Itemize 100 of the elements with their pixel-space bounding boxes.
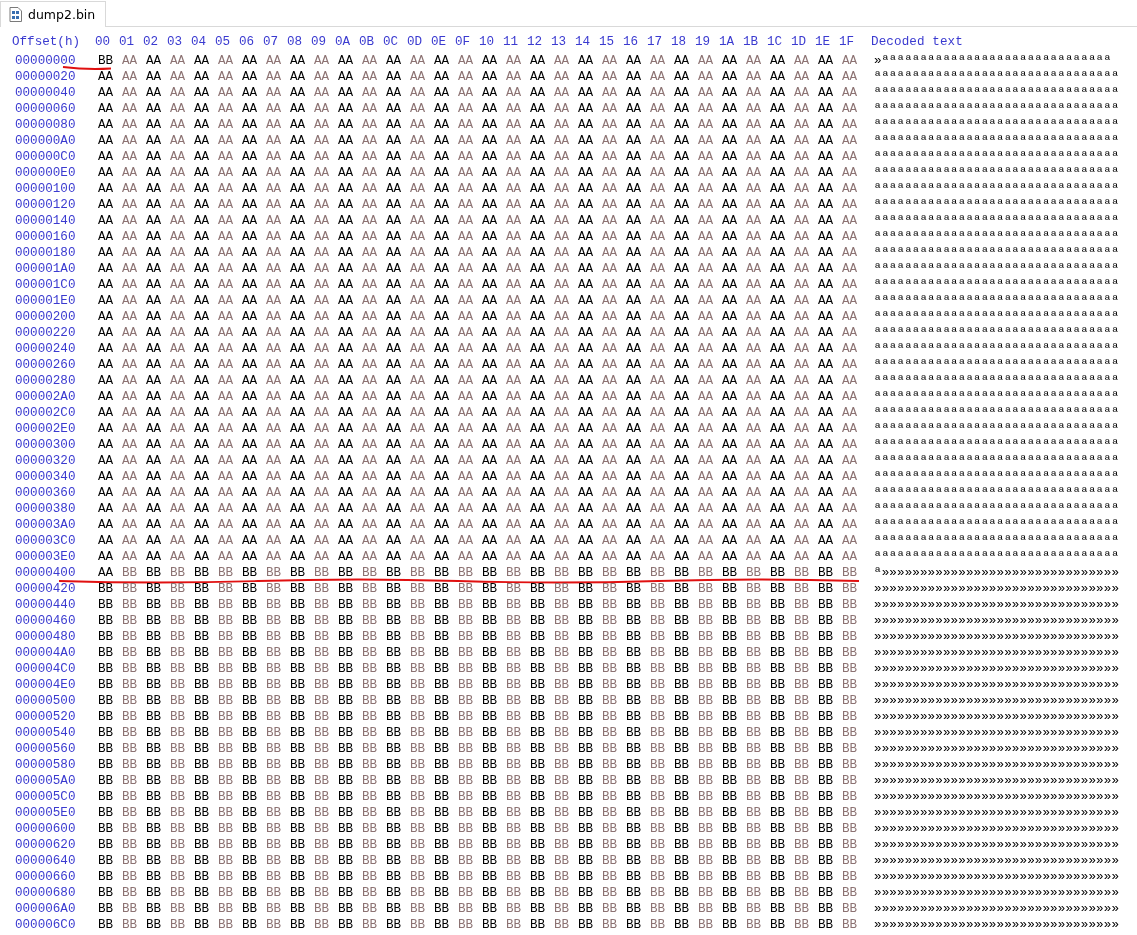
- byte-cell[interactable]: AA: [170, 325, 194, 341]
- byte-cell[interactable]: BB: [98, 741, 122, 757]
- byte-cell[interactable]: BB: [746, 741, 770, 757]
- byte-cell[interactable]: BB: [506, 821, 530, 837]
- byte-cell[interactable]: AA: [650, 53, 674, 69]
- byte-cell[interactable]: AA: [290, 453, 314, 469]
- byte-cell[interactable]: BB: [146, 901, 170, 917]
- byte-cell[interactable]: AA: [410, 533, 434, 549]
- byte-cell[interactable]: AA: [818, 309, 842, 325]
- byte-cell[interactable]: BB: [482, 661, 506, 677]
- byte-cell[interactable]: BB: [410, 821, 434, 837]
- byte-cell[interactable]: AA: [554, 437, 578, 453]
- byte-cell[interactable]: BB: [266, 597, 290, 613]
- byte-cell[interactable]: AA: [674, 485, 698, 501]
- byte-cell[interactable]: AA: [266, 485, 290, 501]
- byte-cell[interactable]: BB: [458, 693, 482, 709]
- byte-cell[interactable]: BB: [674, 597, 698, 613]
- byte-cell[interactable]: AA: [794, 517, 818, 533]
- byte-cell[interactable]: BB: [242, 869, 266, 885]
- byte-cell[interactable]: BB: [218, 661, 242, 677]
- byte-cell[interactable]: AA: [770, 501, 794, 517]
- byte-cell[interactable]: BB: [314, 789, 338, 805]
- byte-cell[interactable]: BB: [578, 661, 602, 677]
- byte-cell[interactable]: BB: [290, 581, 314, 597]
- byte-cell[interactable]: AA: [842, 197, 866, 213]
- byte-cell[interactable]: AA: [266, 197, 290, 213]
- byte-cell[interactable]: AA: [434, 117, 458, 133]
- byte-cell[interactable]: BB: [506, 645, 530, 661]
- byte-cell[interactable]: BB: [530, 629, 554, 645]
- byte-cell[interactable]: BB: [434, 709, 458, 725]
- byte-cell[interactable]: AA: [170, 149, 194, 165]
- byte-cell[interactable]: BB: [362, 917, 386, 933]
- byte-cell[interactable]: BB: [746, 629, 770, 645]
- byte-cell[interactable]: AA: [818, 453, 842, 469]
- byte-cell[interactable]: AA: [626, 373, 650, 389]
- byte-cell[interactable]: BB: [530, 773, 554, 789]
- byte-cell[interactable]: AA: [362, 517, 386, 533]
- byte-cell[interactable]: BB: [242, 565, 266, 581]
- byte-cell[interactable]: AA: [242, 245, 266, 261]
- byte-cell[interactable]: AA: [194, 149, 218, 165]
- byte-cell[interactable]: AA: [818, 405, 842, 421]
- byte-cell[interactable]: BB: [314, 821, 338, 837]
- byte-cell[interactable]: AA: [98, 485, 122, 501]
- byte-cell[interactable]: AA: [578, 53, 602, 69]
- byte-cell[interactable]: AA: [410, 309, 434, 325]
- byte-cell[interactable]: AA: [842, 229, 866, 245]
- byte-cell[interactable]: BB: [818, 725, 842, 741]
- byte-cell[interactable]: BB: [290, 693, 314, 709]
- byte-cell[interactable]: AA: [338, 309, 362, 325]
- byte-cell[interactable]: AA: [674, 245, 698, 261]
- byte-cell[interactable]: AA: [770, 533, 794, 549]
- byte-cell[interactable]: BB: [362, 693, 386, 709]
- byte-cell[interactable]: AA: [698, 533, 722, 549]
- byte-cell[interactable]: AA: [194, 517, 218, 533]
- byte-cell[interactable]: BB: [578, 581, 602, 597]
- byte-cell[interactable]: AA: [746, 325, 770, 341]
- byte-cell[interactable]: BB: [362, 869, 386, 885]
- byte-cell[interactable]: AA: [170, 229, 194, 245]
- byte-cell[interactable]: BB: [578, 885, 602, 901]
- byte-cell[interactable]: AA: [242, 133, 266, 149]
- byte-cell[interactable]: BB: [578, 821, 602, 837]
- byte-cell[interactable]: AA: [386, 85, 410, 101]
- byte-cell[interactable]: AA: [194, 133, 218, 149]
- byte-cell[interactable]: BB: [194, 725, 218, 741]
- byte-cell[interactable]: AA: [770, 133, 794, 149]
- byte-cell[interactable]: BB: [554, 741, 578, 757]
- byte-cell[interactable]: AA: [410, 405, 434, 421]
- byte-cell[interactable]: BB: [602, 853, 626, 869]
- byte-cell[interactable]: AA: [434, 85, 458, 101]
- byte-cell[interactable]: AA: [626, 181, 650, 197]
- byte-cell[interactable]: AA: [842, 405, 866, 421]
- byte-cell[interactable]: BB: [554, 869, 578, 885]
- byte-cell[interactable]: AA: [266, 245, 290, 261]
- byte-cell[interactable]: BB: [770, 837, 794, 853]
- byte-cell[interactable]: AA: [698, 245, 722, 261]
- byte-cell[interactable]: AA: [698, 181, 722, 197]
- byte-cell[interactable]: BB: [506, 789, 530, 805]
- byte-cell[interactable]: AA: [410, 69, 434, 85]
- byte-cell[interactable]: AA: [338, 517, 362, 533]
- byte-cell[interactable]: AA: [194, 181, 218, 197]
- byte-cell[interactable]: AA: [218, 549, 242, 565]
- byte-cell[interactable]: BB: [674, 629, 698, 645]
- byte-cell[interactable]: BB: [722, 853, 746, 869]
- byte-cell[interactable]: BB: [194, 677, 218, 693]
- byte-cell[interactable]: AA: [266, 261, 290, 277]
- byte-cell[interactable]: BB: [434, 693, 458, 709]
- byte-cell[interactable]: AA: [650, 101, 674, 117]
- byte-cell[interactable]: BB: [314, 853, 338, 869]
- byte-cell[interactable]: AA: [338, 149, 362, 165]
- byte-cell[interactable]: AA: [746, 341, 770, 357]
- byte-cell[interactable]: BB: [506, 805, 530, 821]
- byte-cell[interactable]: AA: [482, 277, 506, 293]
- byte-cell[interactable]: AA: [194, 533, 218, 549]
- byte-cell[interactable]: AA: [482, 101, 506, 117]
- byte-cell[interactable]: AA: [794, 229, 818, 245]
- byte-cell[interactable]: BB: [794, 741, 818, 757]
- byte-cell[interactable]: AA: [338, 533, 362, 549]
- byte-cell[interactable]: BB: [386, 773, 410, 789]
- byte-cell[interactable]: BB: [794, 693, 818, 709]
- byte-cell[interactable]: BB: [794, 661, 818, 677]
